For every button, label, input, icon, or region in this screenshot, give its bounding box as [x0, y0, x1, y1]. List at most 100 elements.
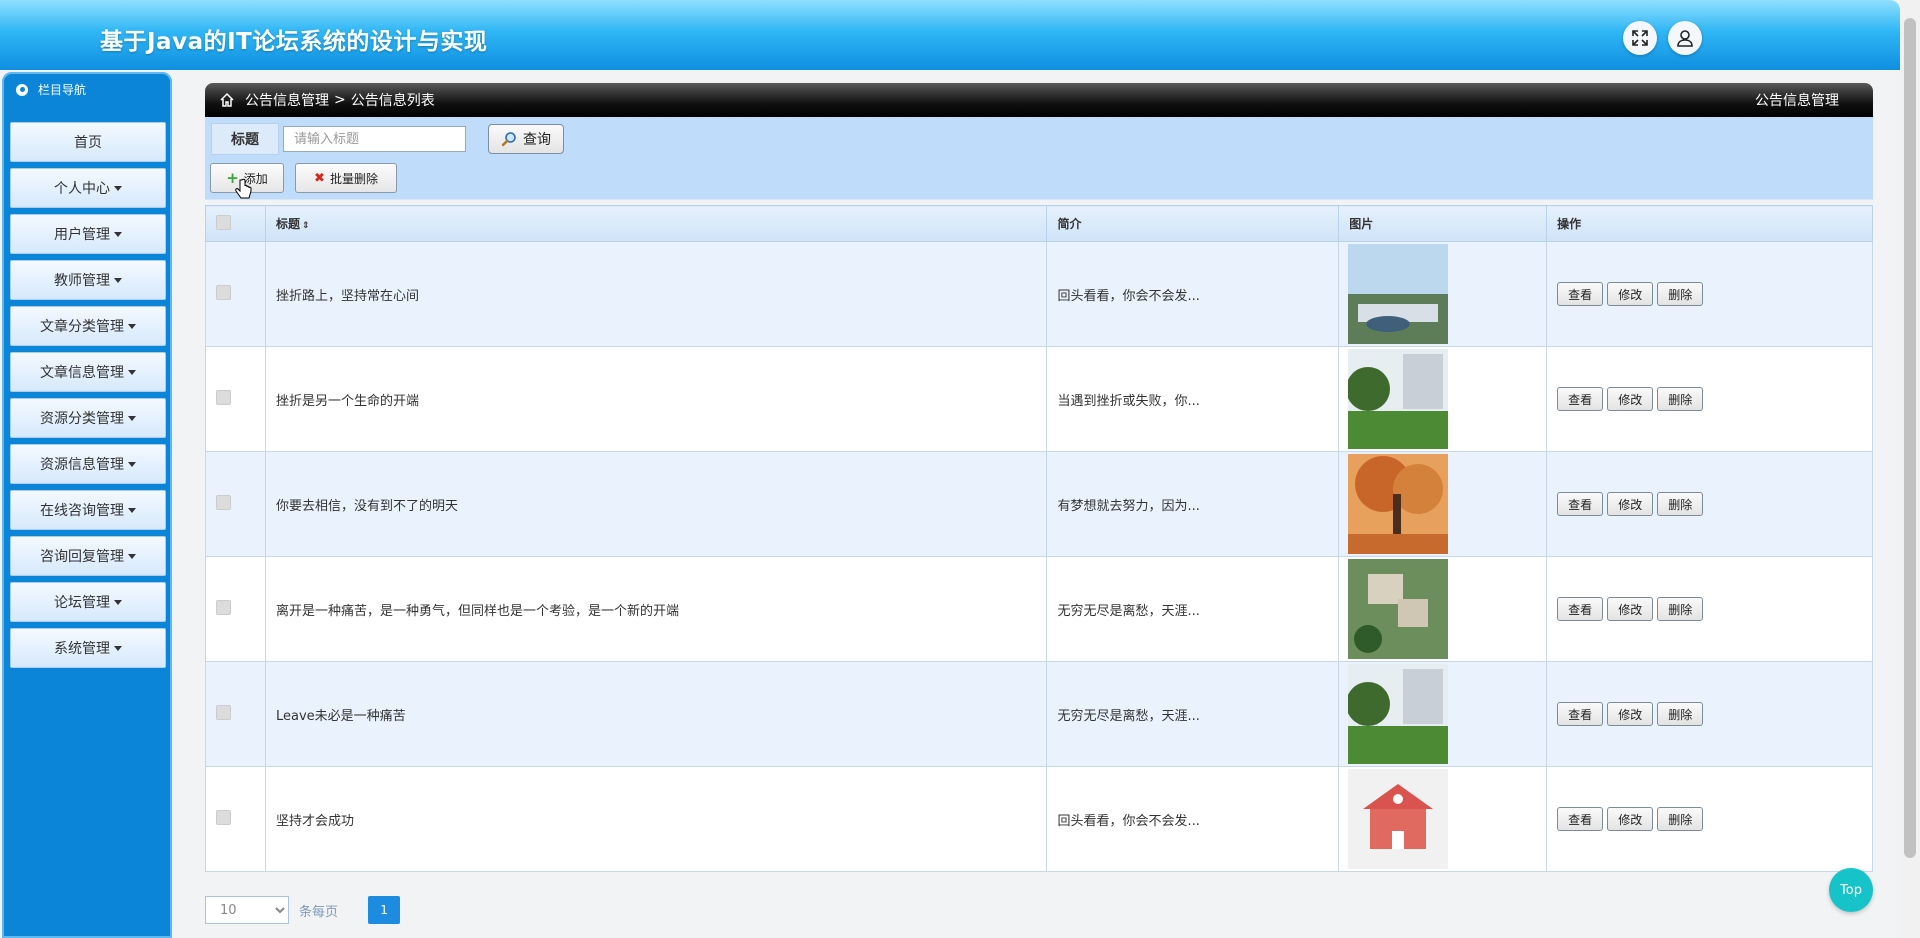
caret-down-icon [128, 461, 136, 467]
campus-lawn-photo [1348, 349, 1449, 449]
row-intro: 回头看看，你会不会发... [1046, 241, 1340, 347]
caret-down-icon [114, 231, 122, 237]
row-checkbox[interactable] [216, 494, 231, 510]
sidebar-item-label: 咨询回复管理 [40, 549, 124, 565]
row-title: 挫折是另一个生命的开端 [264, 346, 1048, 452]
notice-table: 标题 ⇕ 简介 图片 操作 挫折路上，坚持常在心间 回头看看，你会不会发... 查… [205, 205, 1873, 872]
row-checkbox[interactable] [216, 599, 231, 615]
batch-delete-button-label: 批量删除 [329, 171, 378, 186]
sidebar-item-home[interactable]: 首页 [10, 122, 166, 162]
back-to-top-button[interactable]: Top [1829, 868, 1873, 912]
search-label: 标题 [211, 123, 279, 155]
view-button[interactable]: 查看 [1557, 702, 1604, 726]
row-checkbox[interactable] [216, 704, 231, 720]
view-button[interactable]: 查看 [1557, 807, 1604, 831]
breadcrumb-section[interactable]: 公告信息管理 [245, 90, 329, 110]
row-checkbox[interactable] [216, 284, 231, 300]
sidebar-item-label: 资源信息管理 [40, 457, 124, 473]
caret-down-icon [114, 645, 122, 651]
row-title: 你要去相信，没有到不了的明天 [264, 451, 1048, 557]
home-icon[interactable] [219, 92, 235, 108]
sidebar-item-consult-reply[interactable]: 咨询回复管理 [10, 536, 166, 576]
edit-button[interactable]: 修改 [1607, 282, 1654, 306]
row-image-cell [1338, 346, 1548, 452]
delete-button[interactable]: 删除 [1657, 282, 1704, 306]
sidebar-item-resource-info[interactable]: 资源信息管理 [10, 444, 166, 484]
sidebar-item-system-management[interactable]: 系统管理 [10, 628, 166, 668]
sidebar-item-resource-category[interactable]: 资源分类管理 [10, 398, 166, 438]
select-all-cell [205, 205, 266, 242]
campus-buildings-aerial-photo [1348, 559, 1449, 659]
table-row: 挫折路上，坚持常在心间 回头看看，你会不会发... 查看 修改 删除 [205, 241, 1873, 347]
page-scrollbar[interactable] [1900, 0, 1920, 938]
sidebar-item-label: 在线咨询管理 [40, 503, 124, 519]
sidebar-item-article-info[interactable]: 文章信息管理 [10, 352, 166, 392]
row-checkbox[interactable] [216, 389, 231, 405]
caret-down-icon [128, 369, 136, 375]
sort-icon[interactable]: ⇕ [302, 221, 310, 231]
sidebar-item-label: 论坛管理 [54, 595, 110, 611]
caret-down-icon [128, 553, 136, 559]
edit-button[interactable]: 修改 [1607, 702, 1654, 726]
school-building-icon-image [1348, 769, 1449, 869]
page-size-select[interactable]: 10 [205, 896, 289, 924]
view-button[interactable]: 查看 [1557, 387, 1604, 411]
caret-down-icon [128, 323, 136, 329]
row-intro: 有梦想就去努力，因为... [1046, 451, 1340, 557]
query-button[interactable]: 查询 [488, 124, 564, 154]
hand-cursor-icon [235, 178, 252, 199]
edit-button[interactable]: 修改 [1607, 597, 1654, 621]
row-image-cell [1338, 766, 1548, 872]
sidebar-item-user-management[interactable]: 用户管理 [10, 214, 166, 254]
row-select-cell [205, 241, 266, 347]
batch-delete-button[interactable]: ✖ 批量删除 [295, 163, 397, 193]
row-actions: 查看 修改 删除 [1546, 346, 1873, 452]
breadcrumb-separator: > [334, 92, 346, 108]
delete-x-icon: ✖ [314, 170, 325, 186]
row-checkbox[interactable] [216, 809, 231, 825]
caret-down-icon [114, 599, 122, 605]
row-actions: 查看 修改 删除 [1546, 451, 1873, 557]
scrollbar-thumb[interactable] [1904, 18, 1916, 858]
page-number-button[interactable]: 1 [368, 896, 401, 924]
user-profile-button[interactable] [1668, 21, 1702, 55]
column-header-title[interactable]: 标题 ⇕ [264, 205, 1048, 242]
caret-down-icon [128, 507, 136, 513]
sidebar-item-personal-center[interactable]: 个人中心 [10, 168, 166, 208]
delete-button[interactable]: 删除 [1657, 807, 1704, 831]
delete-button[interactable]: 删除 [1657, 702, 1704, 726]
delete-button[interactable]: 删除 [1657, 597, 1704, 621]
view-button[interactable]: 查看 [1557, 282, 1604, 306]
search-toolbar: 标题 查询 [205, 117, 1873, 200]
row-actions: 查看 修改 删除 [1546, 241, 1873, 347]
view-button[interactable]: 查看 [1557, 492, 1604, 516]
campus-lawn-photo [1348, 664, 1449, 764]
fullscreen-button[interactable] [1623, 21, 1657, 55]
delete-button[interactable]: 删除 [1657, 387, 1704, 411]
app-header: 基于Java的IT论坛系统的设计与实现 [0, 0, 1900, 70]
breadcrumb-right-title: 公告信息管理 [1755, 93, 1839, 109]
caret-down-icon [128, 415, 136, 421]
table-row: 离开是一种痛苦，是一种勇气，但同样也是一个考验，是一个新的开端 无穷无尽是离愁，… [205, 556, 1873, 662]
edit-button[interactable]: 修改 [1607, 807, 1654, 831]
view-button[interactable]: 查看 [1557, 597, 1604, 621]
edit-button[interactable]: 修改 [1607, 492, 1654, 516]
sidebar-item-teacher-management[interactable]: 教师管理 [10, 260, 166, 300]
row-actions: 查看 修改 删除 [1546, 556, 1873, 662]
magnifier-icon [501, 132, 516, 147]
select-all-checkbox[interactable] [216, 214, 231, 230]
sidebar-item-online-consult[interactable]: 在线咨询管理 [10, 490, 166, 530]
delete-button[interactable]: 删除 [1657, 492, 1704, 516]
query-button-label: 查询 [523, 132, 551, 148]
sidebar-item-label: 文章信息管理 [40, 365, 124, 381]
main-content: 公告信息管理 > 公告信息列表 公告信息管理 标题 查询 [205, 83, 1873, 200]
sidebar-item-article-category[interactable]: 文章分类管理 [10, 306, 166, 346]
row-intro: 回头看看，你会不会发... [1046, 766, 1340, 872]
edit-button[interactable]: 修改 [1607, 387, 1654, 411]
search-title-input[interactable] [283, 126, 466, 152]
row-intro: 无穷无尽是离愁，天涯... [1046, 556, 1340, 662]
caret-down-icon [114, 277, 122, 283]
sidebar: 栏目导航 首页 个人中心 用户管理 教师管理 文章分类管理 文章信息管理 资源分… [2, 72, 172, 938]
user-icon [1677, 30, 1693, 47]
sidebar-item-forum-management[interactable]: 论坛管理 [10, 582, 166, 622]
